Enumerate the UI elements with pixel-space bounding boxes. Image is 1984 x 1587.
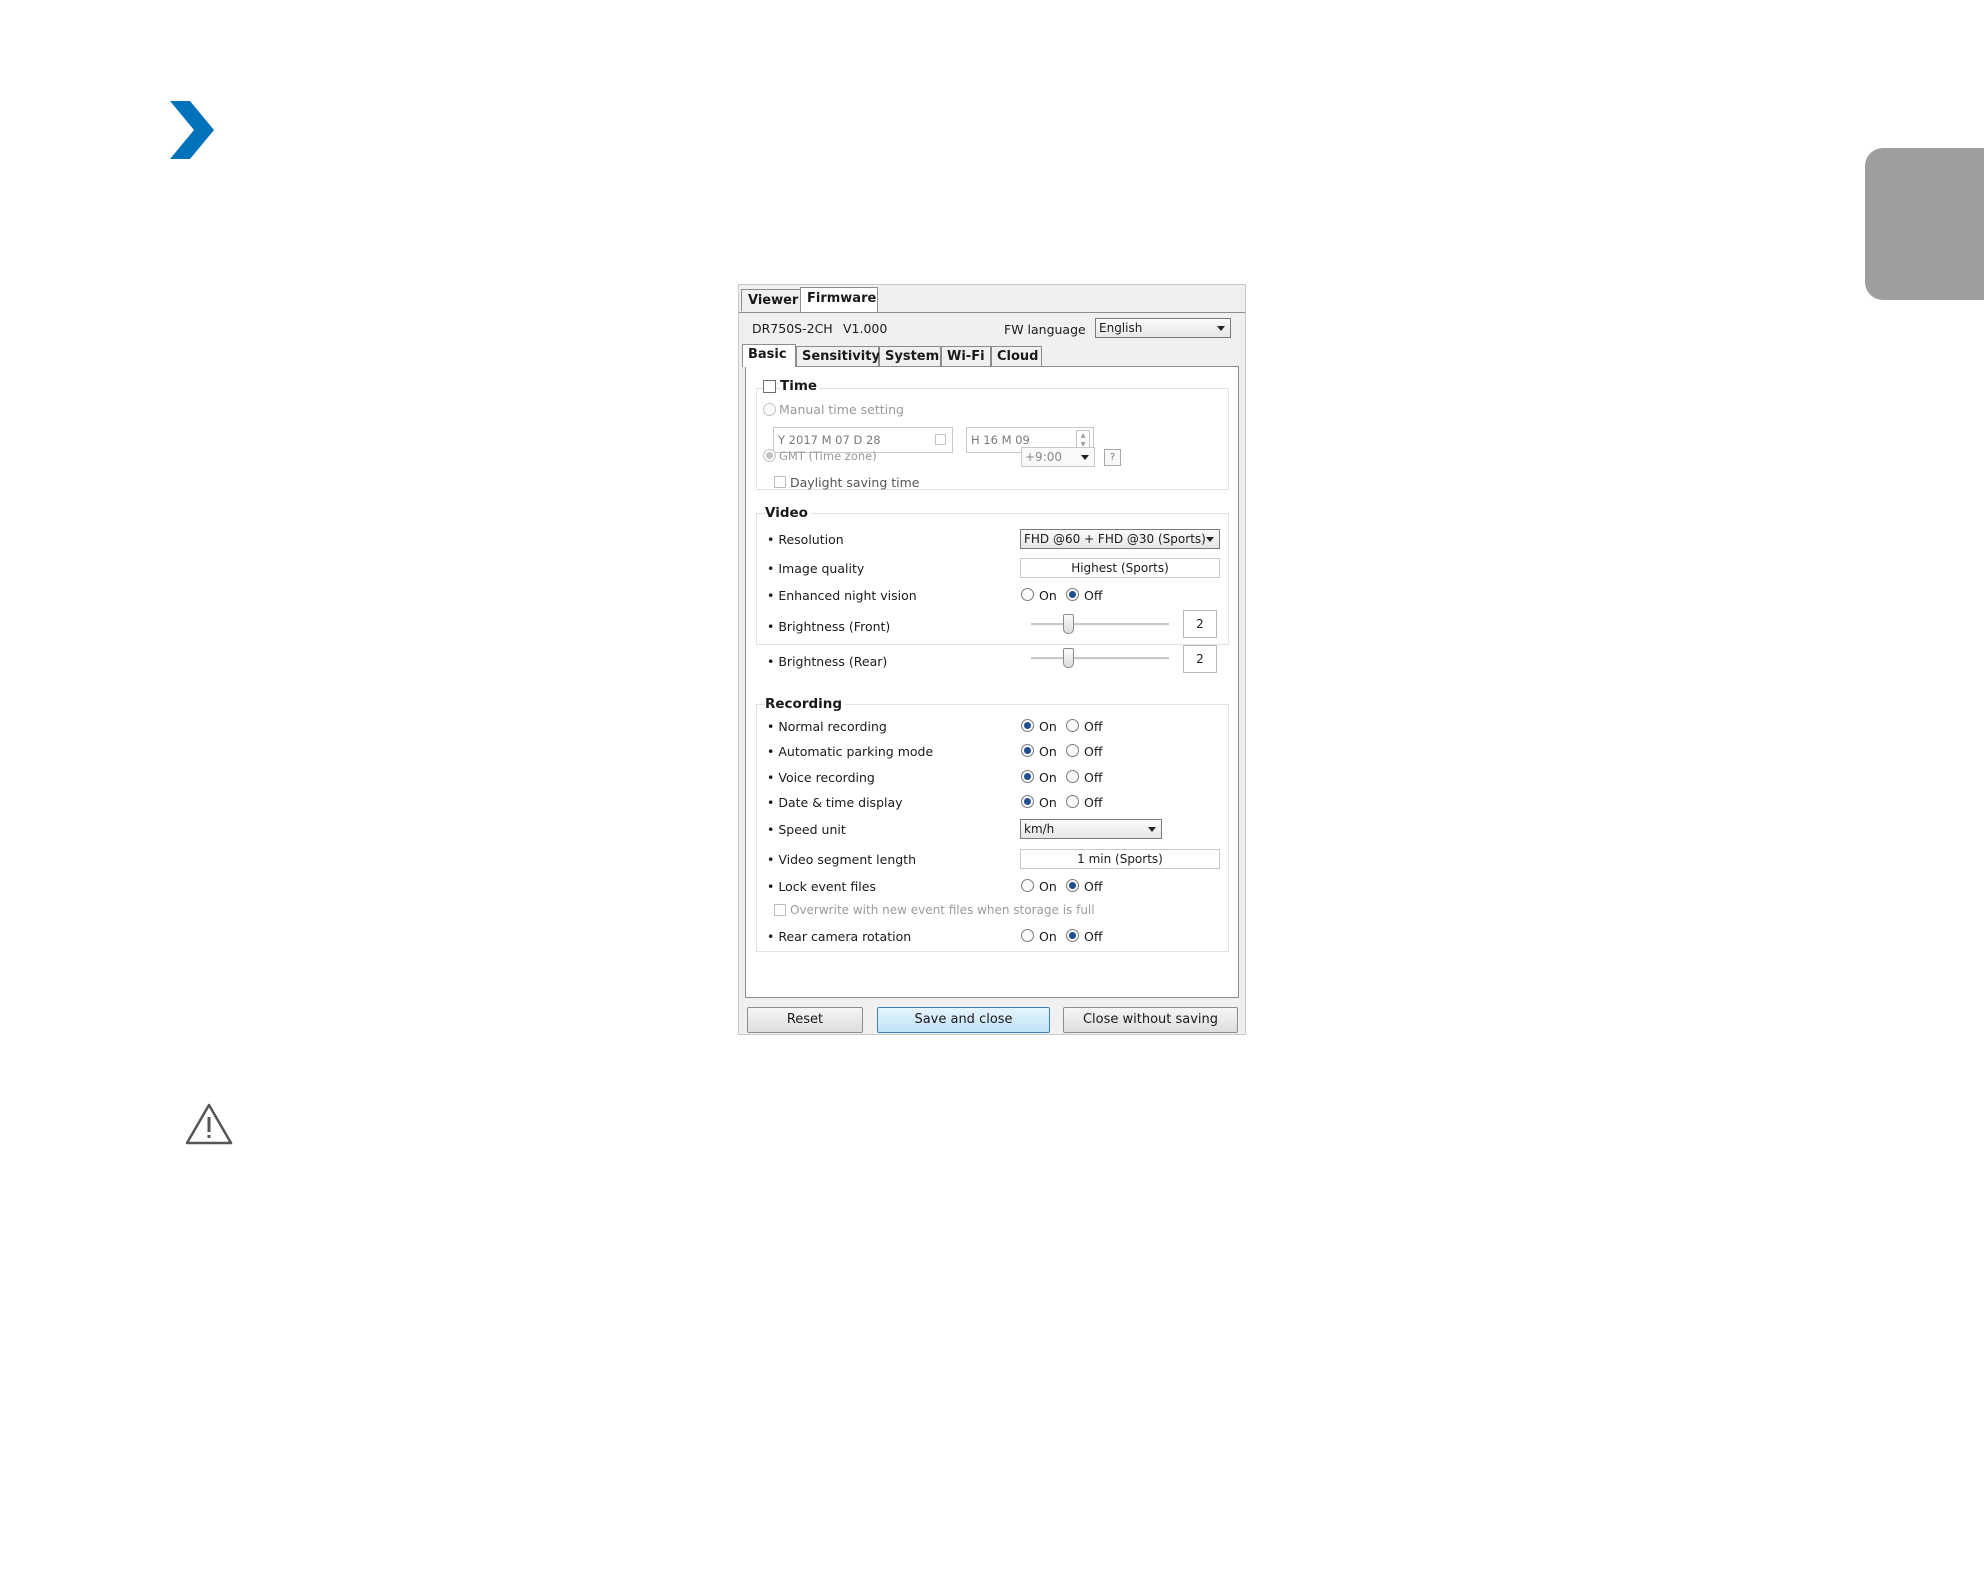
rear-rotation-on-label: On bbox=[1039, 929, 1057, 944]
calendar-icon[interactable] bbox=[935, 434, 946, 445]
help-button[interactable]: ? bbox=[1104, 449, 1121, 466]
tab-viewer[interactable]: Viewer bbox=[741, 289, 801, 311]
segment-length-label: Video segment length bbox=[767, 852, 916, 867]
dst-label: Daylight saving time bbox=[790, 475, 920, 490]
brightness-rear-label: Brightness (Rear) bbox=[767, 654, 887, 669]
voice-recording-off-radio[interactable] bbox=[1066, 770, 1079, 783]
gmt-label: GMT (Time zone) bbox=[779, 449, 877, 463]
chevron-down-icon bbox=[1217, 326, 1225, 331]
basic-panel: Time Manual time setting Y 2017 M 07 D 2… bbox=[745, 366, 1239, 998]
datetime-display-on-label: On bbox=[1039, 795, 1057, 810]
brightness-rear-track[interactable] bbox=[1031, 657, 1169, 660]
night-vision-on-radio[interactable] bbox=[1021, 588, 1034, 601]
lock-event-label: Lock event files bbox=[767, 879, 876, 894]
gmt-radio[interactable] bbox=[763, 449, 776, 462]
night-vision-on-label: On bbox=[1039, 588, 1057, 603]
resolution-label: Resolution bbox=[767, 532, 843, 547]
firmware-version: V1.000 bbox=[843, 321, 888, 336]
fw-language-select[interactable]: English bbox=[1095, 318, 1231, 338]
speed-unit-label: Speed unit bbox=[767, 822, 845, 837]
time-title: Time bbox=[780, 378, 821, 394]
close-without-saving-button[interactable]: Close without saving bbox=[1063, 1007, 1238, 1033]
brightness-front-track[interactable] bbox=[1031, 623, 1169, 626]
segment-length-field[interactable]: 1 min (Sports) bbox=[1020, 849, 1220, 869]
normal-recording-on-radio[interactable] bbox=[1021, 719, 1034, 732]
datetime-display-off-radio[interactable] bbox=[1066, 795, 1079, 808]
dst-checkbox[interactable] bbox=[774, 476, 786, 488]
datetime-display-label: Date & time display bbox=[767, 795, 902, 810]
manual-time-label: Manual time setting bbox=[779, 402, 904, 417]
fw-language-label: FW language bbox=[1004, 322, 1086, 337]
voice-recording-off-label: Off bbox=[1084, 770, 1103, 785]
gmt-value: +9:00 bbox=[1025, 450, 1063, 464]
image-quality-label: Image quality bbox=[767, 561, 864, 576]
gmt-select[interactable]: +9:00 bbox=[1021, 447, 1095, 467]
parking-mode-label: Automatic parking mode bbox=[767, 744, 933, 759]
manual-time-radio[interactable] bbox=[763, 403, 776, 416]
save-and-close-button[interactable]: Save and close bbox=[877, 1007, 1050, 1033]
datetime-display-off-label: Off bbox=[1084, 795, 1103, 810]
overwrite-label: Overwrite with new event files when stor… bbox=[790, 903, 1095, 917]
settings-window: Viewer Firmware DR750S-2CH V1.000 FW lan… bbox=[738, 284, 1246, 1035]
normal-recording-off-label: Off bbox=[1084, 719, 1103, 734]
chevron-down-icon bbox=[1148, 827, 1156, 832]
brightness-front-thumb[interactable] bbox=[1063, 614, 1074, 634]
normal-recording-label: Normal recording bbox=[767, 719, 886, 734]
model-name: DR750S-2CH bbox=[752, 321, 833, 336]
chevron-right-icon bbox=[170, 101, 214, 159]
rear-rotation-on-radio[interactable] bbox=[1021, 929, 1034, 942]
side-tab bbox=[1865, 148, 1984, 300]
tab-basic[interactable]: Basic bbox=[742, 344, 796, 367]
tab-cloud[interactable]: Cloud bbox=[991, 346, 1042, 366]
normal-recording-on-label: On bbox=[1039, 719, 1057, 734]
rear-rotation-label: Rear camera rotation bbox=[767, 929, 911, 944]
chevron-down-icon bbox=[1081, 455, 1089, 460]
night-vision-label: Enhanced night vision bbox=[767, 588, 916, 603]
resolution-select[interactable]: FHD @60 + FHD @30 (Sports) bbox=[1020, 529, 1220, 549]
tab-sensitivity[interactable]: Sensitivity bbox=[796, 346, 880, 366]
lock-event-on-radio[interactable] bbox=[1021, 879, 1034, 892]
normal-recording-off-radio[interactable] bbox=[1066, 719, 1079, 732]
reset-button[interactable]: Reset bbox=[747, 1007, 863, 1033]
recording-title: Recording bbox=[765, 696, 846, 712]
resolution-value: FHD @60 + FHD @30 (Sports) bbox=[1024, 532, 1206, 546]
rear-rotation-off-radio[interactable] bbox=[1066, 929, 1079, 942]
fw-language-value: English bbox=[1099, 321, 1143, 335]
time-value: H 16 M 09 bbox=[971, 433, 1030, 447]
image-quality-field[interactable]: Highest (Sports) bbox=[1020, 558, 1220, 578]
tab-wifi[interactable]: Wi-Fi bbox=[941, 346, 991, 366]
lock-event-on-label: On bbox=[1039, 879, 1057, 894]
brightness-front-value[interactable]: 2 bbox=[1183, 610, 1217, 638]
rear-rotation-off-label: Off bbox=[1084, 929, 1103, 944]
brightness-rear-value[interactable]: 2 bbox=[1183, 645, 1217, 673]
lock-event-off-label: Off bbox=[1084, 879, 1103, 894]
speed-unit-value: km/h bbox=[1024, 822, 1055, 836]
video-title: Video bbox=[765, 505, 811, 521]
parking-mode-off-label: Off bbox=[1084, 744, 1103, 759]
date-value: Y 2017 M 07 D 28 bbox=[778, 433, 881, 447]
lock-event-off-radio[interactable] bbox=[1066, 879, 1079, 892]
parking-mode-on-radio[interactable] bbox=[1021, 744, 1034, 757]
datetime-display-on-radio[interactable] bbox=[1021, 795, 1034, 808]
tab-firmware[interactable]: Firmware bbox=[800, 287, 878, 312]
brightness-rear-thumb[interactable] bbox=[1063, 648, 1074, 668]
voice-recording-on-label: On bbox=[1039, 770, 1057, 785]
tab-divider bbox=[739, 312, 1245, 313]
overwrite-checkbox[interactable] bbox=[774, 904, 786, 916]
parking-mode-off-radio[interactable] bbox=[1066, 744, 1079, 757]
warning-icon bbox=[185, 1103, 233, 1145]
night-vision-off-label: Off bbox=[1084, 588, 1103, 603]
speed-unit-select[interactable]: km/h bbox=[1020, 819, 1162, 839]
voice-recording-label: Voice recording bbox=[767, 770, 875, 785]
chevron-down-icon bbox=[1206, 537, 1214, 542]
night-vision-off-radio[interactable] bbox=[1066, 588, 1079, 601]
parking-mode-on-label: On bbox=[1039, 744, 1057, 759]
brightness-front-label: Brightness (Front) bbox=[767, 619, 890, 634]
tab-system[interactable]: System bbox=[879, 346, 941, 366]
time-checkbox[interactable] bbox=[763, 380, 776, 393]
voice-recording-on-radio[interactable] bbox=[1021, 770, 1034, 783]
